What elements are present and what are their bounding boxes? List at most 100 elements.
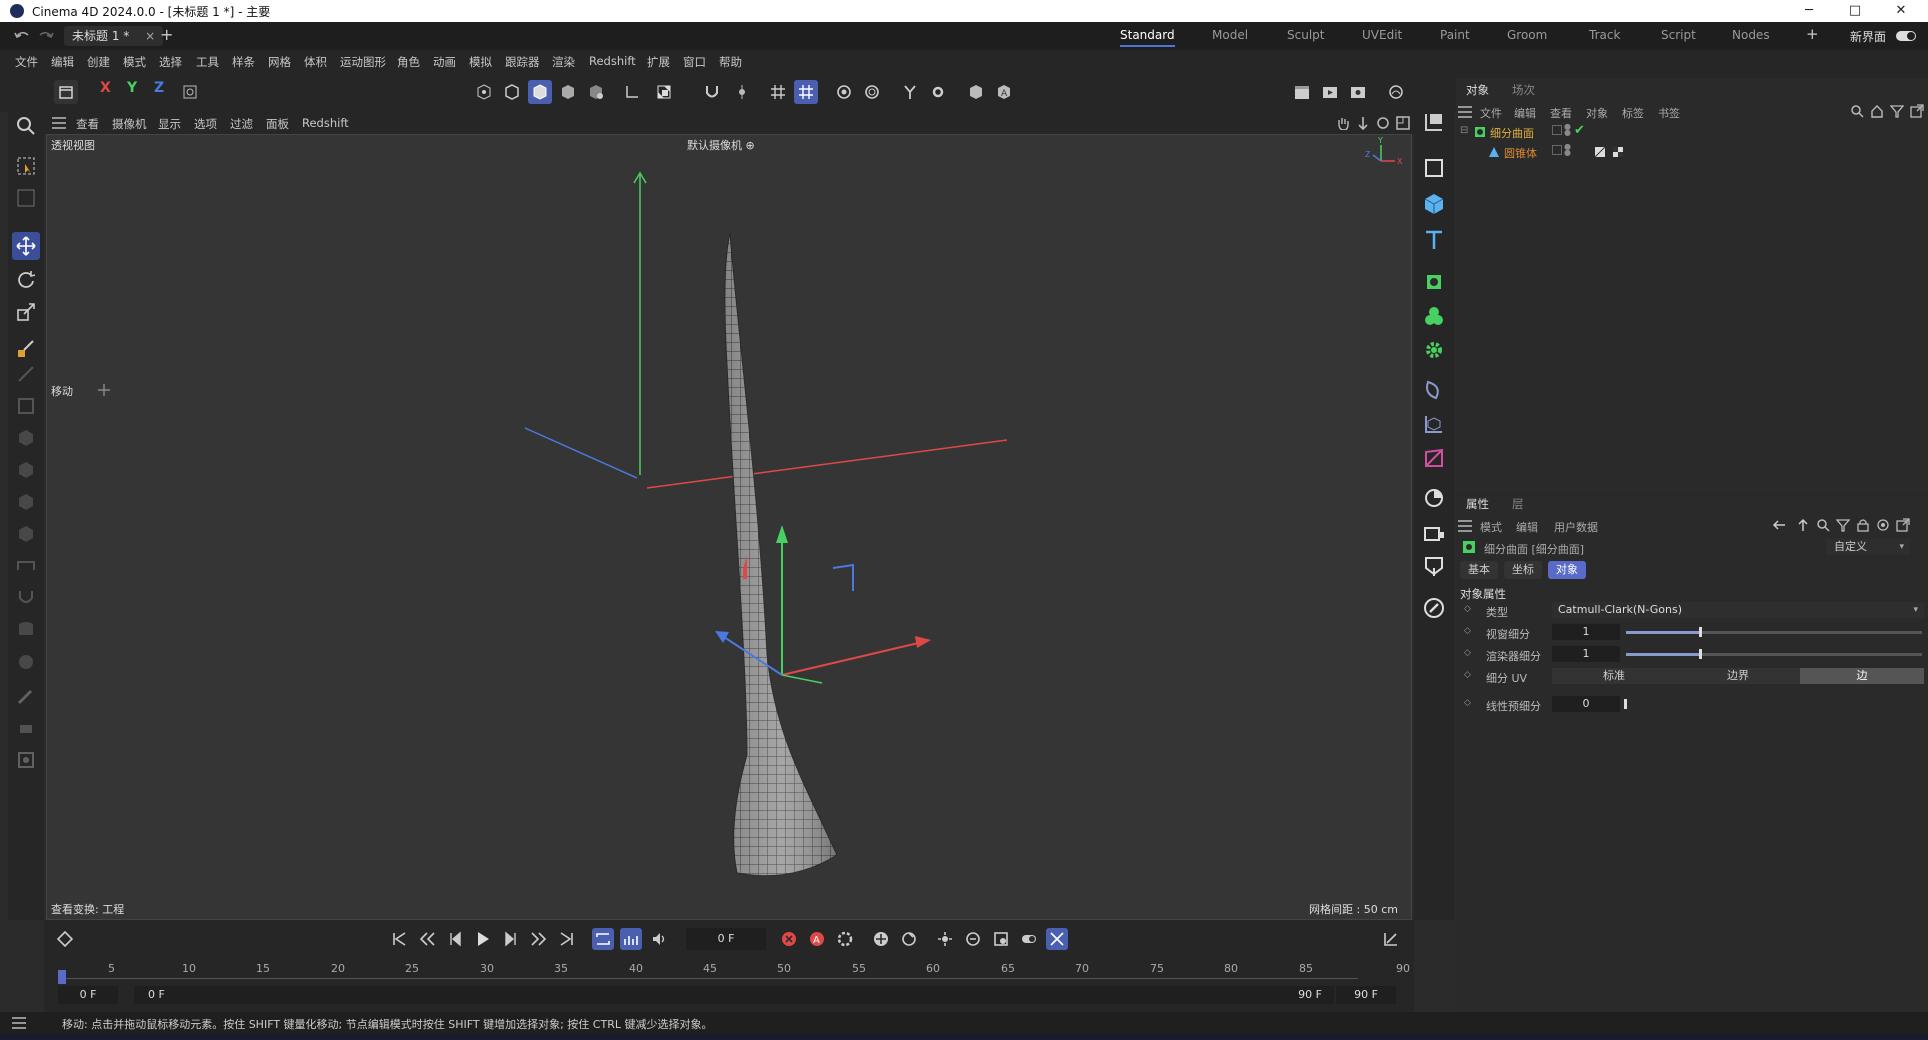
light-object-button[interactable] (1420, 484, 1448, 512)
linear-presubdiv-slider-knob[interactable] (1624, 699, 1627, 709)
hamburger-menu-icon[interactable] (1458, 520, 1472, 532)
move-gizmo-plane-handle[interactable] (781, 674, 823, 684)
workspace-tab-nodes[interactable]: Nodes (1732, 28, 1770, 42)
menu-tools[interactable]: 工具 (196, 54, 219, 70)
render-to-picture-viewer-button[interactable] (1318, 80, 1342, 104)
next-key-button[interactable] (528, 928, 550, 950)
new-layout-label[interactable]: 新界面 (1850, 28, 1886, 45)
tool-slot-6[interactable] (12, 520, 40, 548)
field-object-button[interactable] (1420, 410, 1448, 438)
object-row-subdivision[interactable]: ⊟ 细分曲面 ● ● ✔ (1460, 123, 1920, 142)
key-position-button[interactable] (870, 928, 892, 950)
render-subdiv-slider-knob[interactable] (1699, 649, 1702, 659)
attr-menu-edit[interactable]: 编辑 (1516, 519, 1538, 535)
tool-slot-4[interactable] (12, 456, 40, 484)
keyframe-diamond-icon[interactable]: ◇ (1464, 698, 1471, 708)
viewport-menu-camera[interactable]: 摄像机 (112, 116, 147, 132)
generator-object-button[interactable] (1420, 268, 1448, 296)
minimize-button[interactable]: ─ (1786, 0, 1832, 22)
playhead-marker[interactable] (58, 970, 66, 984)
menu-mesh[interactable]: 网格 (268, 54, 291, 70)
coordinate-system-button[interactable] (178, 80, 202, 104)
text-object-button[interactable] (1420, 226, 1448, 254)
workspace-tab-standard[interactable]: Standard (1120, 28, 1175, 47)
lock-x-axis-button[interactable]: X (100, 80, 111, 96)
tool-slot-3[interactable] (12, 424, 40, 452)
previous-key-button[interactable] (416, 928, 438, 950)
soft-selection-button[interactable] (860, 80, 884, 104)
objman-menu-view[interactable]: 查看 (1550, 105, 1572, 121)
param-viewport-subdiv-input[interactable]: 1 (1552, 624, 1620, 640)
timeline-end-field[interactable]: 90 F (1336, 986, 1396, 1004)
sub-tab-object[interactable]: 对象 (1548, 561, 1586, 579)
menu-simulate[interactable]: 模拟 (469, 54, 492, 70)
keyframe-button[interactable] (54, 928, 76, 950)
go-to-end-button[interactable] (556, 928, 578, 950)
polygons-mode-button[interactable] (528, 80, 552, 104)
object-name[interactable]: 圆锥体 (1504, 145, 1537, 161)
hamburger-menu-icon[interactable] (1458, 106, 1472, 118)
open-window-icon[interactable] (1910, 104, 1924, 118)
menu-redshift[interactable]: Redshift (589, 54, 636, 68)
viewport-menu-display[interactable]: 显示 (158, 116, 181, 132)
workspace-tab-model[interactable]: Model (1212, 28, 1248, 42)
uv-mode-button[interactable] (556, 80, 580, 104)
objman-menu-bookmarks[interactable]: 书签 (1658, 105, 1680, 121)
uv-option-boundary[interactable]: 边界 (1676, 668, 1800, 684)
modeling-axis-button[interactable] (898, 80, 922, 104)
workspace-tab-groom[interactable]: Groom (1507, 28, 1547, 42)
lock-y-axis-button[interactable]: Y (127, 80, 137, 96)
tab-objects[interactable]: 对象 (1466, 82, 1489, 98)
key-parameter-button[interactable] (962, 928, 984, 950)
perspective-viewport[interactable]: 透视视图 默认摄像机 ⊕ 移动 查看变换: 工程 网格间距 : 50 cm Y … (46, 134, 1412, 920)
brush-tool-button[interactable] (12, 682, 40, 710)
symmetry-button[interactable] (832, 80, 856, 104)
objman-menu-tags[interactable]: 标签 (1622, 105, 1644, 121)
tab-attributes[interactable]: 属性 (1466, 496, 1489, 512)
camera-object-button[interactable] (1420, 108, 1448, 136)
preset-dropdown[interactable]: 自定义 ▾ (1826, 539, 1910, 555)
autokey-button[interactable]: A (806, 928, 828, 950)
uv-option-edge[interactable]: 边 (1800, 668, 1924, 684)
document-tab-close-icon[interactable]: × (145, 29, 155, 43)
menu-help[interactable]: 帮助 (719, 54, 742, 70)
tool-slot-1[interactable] (12, 360, 40, 388)
snap-settings-button[interactable] (730, 80, 754, 104)
keyframe-diamond-icon[interactable]: ◇ (1464, 626, 1471, 636)
points-mode-button[interactable] (472, 80, 496, 104)
loop-button[interactable] (592, 928, 614, 950)
keyframe-diamond-icon[interactable]: ◇ (1464, 648, 1471, 658)
attr-menu-mode[interactable]: 模式 (1480, 519, 1502, 535)
key-scale-button[interactable] (934, 928, 956, 950)
scene-object-button[interactable] (1420, 444, 1448, 472)
redo-icon[interactable] (38, 29, 54, 43)
workspace-tab-sculpt[interactable]: Sculpt (1287, 28, 1324, 42)
viewport-menu-redshift[interactable]: Redshift (302, 116, 349, 130)
add-workspace-button[interactable]: + (1806, 25, 1819, 43)
scale-tool-button[interactable] (12, 298, 40, 326)
record-button[interactable] (778, 928, 800, 950)
menu-tracker[interactable]: 跟踪器 (505, 54, 540, 70)
menu-window[interactable]: 窗口 (683, 54, 706, 70)
viewport-menu-filter[interactable]: 过滤 (230, 116, 253, 132)
viewport-menu-panel[interactable]: 面板 (266, 116, 289, 132)
playback-mode-button[interactable] (620, 928, 642, 950)
render-view-button[interactable] (1290, 80, 1314, 104)
workspace-tab-script[interactable]: Script (1661, 28, 1696, 42)
menu-character[interactable]: 角色 (397, 54, 420, 70)
keyframe-diamond-icon[interactable]: ◇ (1464, 604, 1471, 614)
solo-mode-button[interactable] (652, 80, 676, 104)
new-document-tab-button[interactable]: + (160, 25, 173, 44)
tool-slot-7[interactable] (12, 552, 40, 580)
close-button[interactable]: ✕ (1878, 0, 1924, 22)
auto-key-button[interactable]: A (992, 80, 1016, 104)
render-settings-button[interactable] (1346, 80, 1370, 104)
key-rotation-button[interactable] (898, 928, 920, 950)
effector-object-button[interactable] (1420, 336, 1448, 364)
pan-hand-icon[interactable] (1336, 116, 1350, 130)
viewport-menu-view[interactable]: 查看 (76, 116, 99, 132)
open-window-icon[interactable] (1896, 518, 1910, 532)
previous-frame-button[interactable] (444, 928, 466, 950)
next-frame-button[interactable] (500, 928, 522, 950)
dolly-arrows-icon[interactable] (1356, 116, 1370, 130)
